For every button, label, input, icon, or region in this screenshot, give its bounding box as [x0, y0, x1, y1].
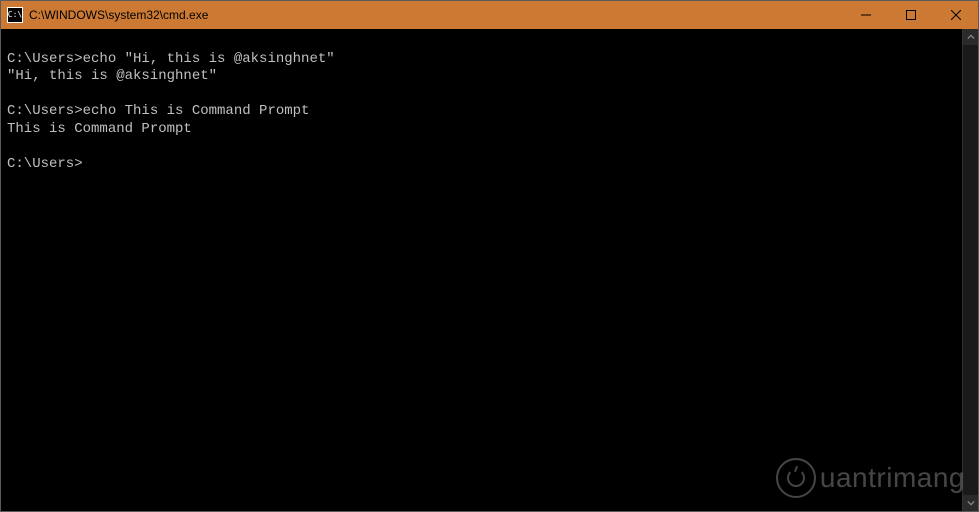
terminal-line — [7, 138, 956, 156]
window-controls — [843, 1, 978, 29]
terminal-line — [7, 86, 956, 104]
terminal-line — [7, 33, 956, 51]
maximize-icon — [906, 10, 916, 20]
scroll-up-button[interactable] — [963, 29, 978, 45]
terminal-line: C:\Users> — [7, 156, 956, 174]
minimize-icon — [861, 10, 871, 20]
terminal-output[interactable]: C:\Users>echo "Hi, this is @aksinghnet""… — [1, 29, 962, 511]
close-button[interactable] — [933, 1, 978, 29]
window-title: C:\WINDOWS\system32\cmd.exe — [29, 8, 843, 22]
content-area: C:\Users>echo "Hi, this is @aksinghnet""… — [1, 29, 978, 511]
scroll-track[interactable] — [963, 45, 978, 495]
chevron-down-icon — [967, 499, 975, 507]
terminal-line: "Hi, this is @aksinghnet" — [7, 68, 956, 86]
cmd-icon: C:\ — [7, 7, 23, 23]
maximize-button[interactable] — [888, 1, 933, 29]
terminal-line: C:\Users>echo "Hi, this is @aksinghnet" — [7, 51, 956, 69]
minimize-button[interactable] — [843, 1, 888, 29]
cmd-window: C:\ C:\WINDOWS\system32\cmd.exe C:\Users… — [0, 0, 979, 512]
chevron-up-icon — [967, 33, 975, 41]
terminal-line: This is Command Prompt — [7, 121, 956, 139]
vertical-scrollbar[interactable] — [962, 29, 978, 511]
close-icon — [951, 10, 961, 20]
scroll-down-button[interactable] — [963, 495, 978, 511]
titlebar[interactable]: C:\ C:\WINDOWS\system32\cmd.exe — [1, 1, 978, 29]
terminal-line: C:\Users>echo This is Command Prompt — [7, 103, 956, 121]
